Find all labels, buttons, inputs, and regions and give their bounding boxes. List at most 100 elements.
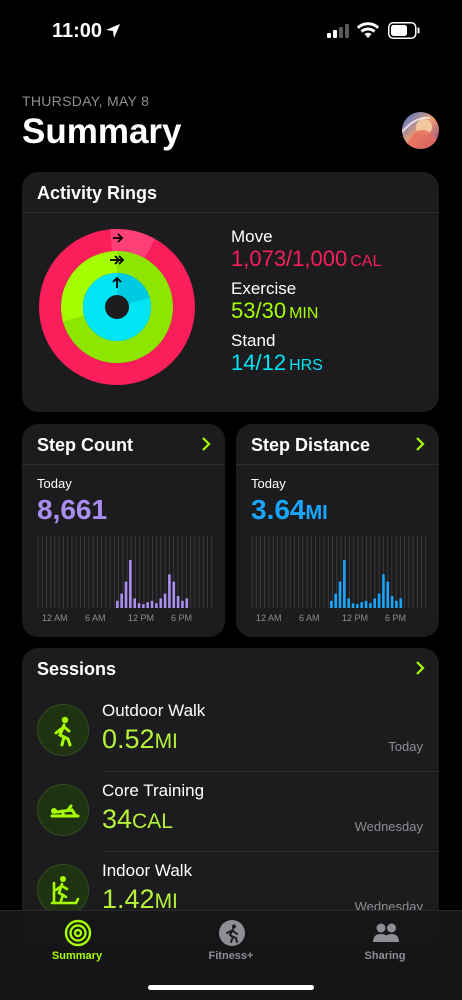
step-count-period: Today <box>37 476 72 491</box>
step-distance-title: Step Distance <box>251 435 371 455</box>
fitness-plus-icon <box>219 920 245 946</box>
activity-rings-icon <box>64 919 92 947</box>
tick-label: 6 PM <box>385 613 407 623</box>
chart-bar <box>386 581 390 608</box>
chart-bar <box>150 600 154 608</box>
chart-bar <box>120 593 123 608</box>
divider <box>22 464 225 465</box>
tick-label: 6 PM <box>171 613 193 623</box>
chart-bar <box>360 602 364 608</box>
chart-bar <box>369 603 372 608</box>
chart-bar <box>172 581 176 608</box>
divider <box>22 212 439 213</box>
tab-fitness-plus[interactable]: Fitness+ <box>154 911 308 981</box>
page-title: Summary <box>22 112 182 151</box>
step-count-card[interactable]: Step Count Today 8,661 12 AM 6 AM 12 PM … <box>22 424 225 637</box>
tab-summary[interactable]: Summary <box>0 911 154 981</box>
tick-label: 12 PM <box>342 613 369 623</box>
chart-bar <box>351 603 355 608</box>
wifi-icon <box>356 22 380 38</box>
exercise-label: Exercise <box>231 279 297 298</box>
move-label: Move <box>231 227 273 246</box>
tick-label: 12 AM <box>256 613 282 623</box>
session-value: 0.52MI <box>102 724 178 754</box>
step-count-title: Step Count <box>37 435 133 455</box>
chart-bar <box>137 603 141 608</box>
move-value: 1,073/1,000 CAL <box>231 246 382 271</box>
step-distance-value: 3.64MI <box>251 494 328 525</box>
chart-bar <box>146 602 150 608</box>
status-time: 11:00 <box>52 20 103 42</box>
people-icon <box>373 923 399 942</box>
location-arrow-icon <box>106 24 120 38</box>
chart-bar <box>330 600 333 608</box>
chart-bar <box>395 600 398 608</box>
session-row[interactable]: Core Training 34CAL Wednesday <box>22 772 439 852</box>
chart-bar <box>377 593 381 608</box>
chart-bar <box>133 598 136 608</box>
session-value: 34CAL <box>102 804 173 834</box>
step-count-value: 8,661 <box>37 494 108 525</box>
stand-label: Stand <box>231 331 276 350</box>
step-count-chart <box>37 536 213 608</box>
avatar[interactable] <box>402 112 439 149</box>
sessions-title: Sessions <box>37 659 117 679</box>
chart-bar <box>347 598 350 608</box>
exercise-value: 53/30 MIN <box>231 298 319 323</box>
tab-sharing[interactable]: Sharing <box>308 911 462 981</box>
session-name: Core Training <box>102 781 205 800</box>
step-distance-period: Today <box>251 476 286 491</box>
battery-icon <box>388 22 420 39</box>
stand-value: 14/12 HRS <box>231 350 323 375</box>
chart-bar <box>142 604 145 608</box>
chart-bar <box>356 604 359 608</box>
session-day: Today <box>388 739 423 754</box>
chart-bar <box>159 598 163 608</box>
activity-rings-card[interactable]: Activity Rings Move 1,073/1,000 CAL Exerc… <box>22 172 439 412</box>
divider <box>236 464 439 465</box>
session-day: Wednesday <box>354 819 423 834</box>
tick-label: 6 AM <box>299 613 320 623</box>
chart-bar <box>390 596 394 608</box>
chart-bar <box>364 600 368 608</box>
chevron-right-icon[interactable] <box>200 437 212 451</box>
header-date: THURSDAY, MAY 8 <box>22 93 150 109</box>
core-training-icon <box>37 784 89 836</box>
chart-bar <box>382 574 385 608</box>
chart-bar <box>124 581 128 608</box>
chart-bar <box>163 593 167 608</box>
status-bar: 11:00 <box>0 0 462 62</box>
tab-label: Sharing <box>364 950 406 962</box>
chart-bar <box>168 574 171 608</box>
chart-bar <box>373 598 377 608</box>
walking-person-icon <box>37 704 89 756</box>
step-distance-chart <box>251 536 427 608</box>
tick-label: 12 AM <box>42 613 68 623</box>
step-distance-card[interactable]: Step Distance Today 3.64MI 12 AM 6 AM 12… <box>236 424 439 637</box>
chart-bar <box>155 603 158 608</box>
activity-rings-graphic <box>39 229 195 385</box>
session-name: Outdoor Walk <box>102 701 206 720</box>
tab-label: Fitness+ <box>208 950 254 962</box>
sessions-card[interactable]: Sessions Outdoor Walk 0.52MI Today Core … <box>22 648 439 948</box>
chart-bar <box>176 596 180 608</box>
chart-bar <box>116 600 119 608</box>
session-name: Indoor Walk <box>102 861 193 880</box>
chart-bar <box>338 581 342 608</box>
chevron-right-icon[interactable] <box>414 437 426 451</box>
chart-bar <box>334 593 337 608</box>
cellular-signal-icon <box>327 22 349 38</box>
tab-label: Summary <box>51 950 103 962</box>
chevron-right-icon[interactable] <box>414 661 426 675</box>
chart-bar <box>129 560 132 608</box>
session-row[interactable]: Outdoor Walk 0.52MI Today <box>22 692 439 772</box>
chart-bar <box>399 598 403 608</box>
treadmill-icon <box>37 864 89 916</box>
tick-label: 6 AM <box>85 613 106 623</box>
chart-bar <box>185 598 189 608</box>
activity-rings-title: Activity Rings <box>37 183 158 203</box>
home-indicator <box>148 985 314 990</box>
chart-bar <box>181 600 184 608</box>
chart-bar <box>343 560 346 608</box>
tick-label: 12 PM <box>128 613 155 623</box>
